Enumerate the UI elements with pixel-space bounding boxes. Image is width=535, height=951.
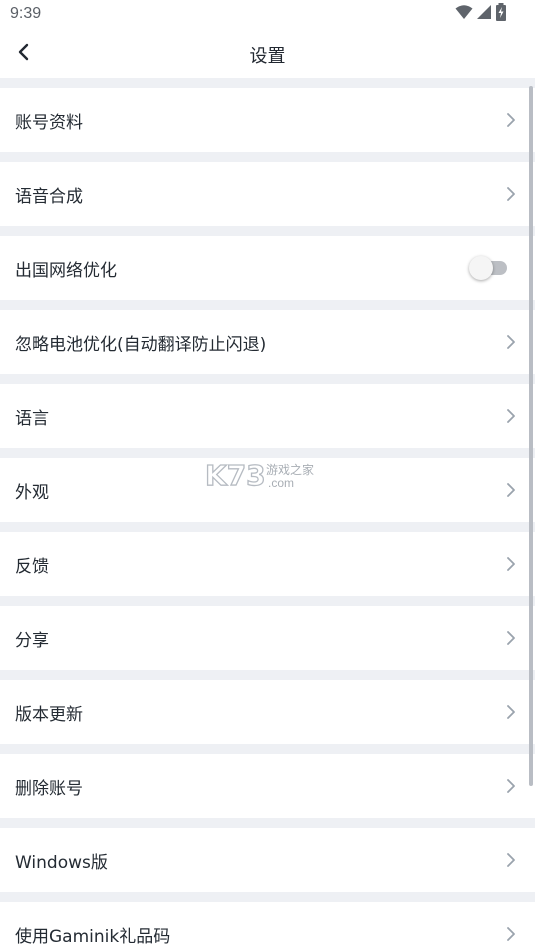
settings-row-label: 出国网络优化 [15, 261, 117, 281]
settings-row-label: 分享 [15, 631, 49, 651]
k73-logo-icon: K73 [204, 458, 266, 492]
settings-row-account-profile[interactable]: 账号资料 [0, 88, 535, 152]
cellular-signal-icon [476, 4, 492, 24]
settings-row-label: 外观 [15, 483, 49, 503]
settings-row-label: 语音合成 [15, 187, 83, 207]
settings-row-label: Windows版 [15, 853, 108, 873]
watermark-logo: K73 游戏之家 .com [204, 458, 334, 494]
settings-screen: 9:39 设置 账号资料 语音合成 出国网络优化 忽略电池优化(自动翻译防止闪退… [0, 0, 535, 951]
chevron-right-icon [503, 186, 519, 202]
battery-charging-icon [495, 3, 507, 25]
chevron-right-icon [503, 334, 519, 350]
settings-row-feedback[interactable]: 反馈 [0, 532, 535, 596]
settings-row-battery-optimization[interactable]: 忽略电池优化(自动翻译防止闪退) [0, 310, 535, 374]
chevron-right-icon [503, 704, 519, 720]
toggle-thumb [469, 256, 493, 280]
settings-row-share[interactable]: 分享 [0, 606, 535, 670]
chevron-right-icon [503, 482, 519, 498]
chevron-right-icon [503, 852, 519, 868]
settings-row-label: 反馈 [15, 557, 49, 577]
settings-row-language[interactable]: 语言 [0, 384, 535, 448]
status-time: 9:39 [10, 5, 42, 22]
settings-row-version-update[interactable]: 版本更新 [0, 680, 535, 744]
svg-text:K73: K73 [205, 459, 266, 492]
chevron-right-icon [503, 556, 519, 572]
chevron-right-icon [503, 408, 519, 424]
settings-row-label: 版本更新 [15, 705, 83, 725]
app-bar: 设置 [0, 30, 535, 78]
settings-row-overseas-network: 出国网络优化 [0, 236, 535, 300]
settings-row-label: 删除账号 [15, 779, 83, 799]
status-icons [455, 3, 507, 25]
wifi-icon [455, 4, 473, 24]
settings-row-delete-account[interactable]: 删除账号 [0, 754, 535, 818]
settings-row-speech-synthesis[interactable]: 语音合成 [0, 162, 535, 226]
settings-list: 账号资料 语音合成 出国网络优化 忽略电池优化(自动翻译防止闪退) 语言 外观 … [0, 88, 535, 951]
settings-row-label: 语言 [15, 409, 49, 429]
settings-row-label: 账号资料 [15, 113, 83, 133]
settings-row-gift-code[interactable]: 使用Gaminik礼品码 [0, 902, 535, 951]
status-bar: 9:39 [0, 0, 535, 30]
settings-row-label: 忽略电池优化(自动翻译防止闪退) [15, 335, 267, 355]
settings-row-label: 使用Gaminik礼品码 [15, 927, 171, 947]
settings-row-windows-version[interactable]: Windows版 [0, 828, 535, 892]
page-title: 设置 [249, 46, 286, 67]
chevron-right-icon [503, 112, 519, 128]
chevron-right-icon [503, 630, 519, 646]
watermark-domain: .com [268, 476, 295, 490]
scrollbar[interactable] [529, 86, 533, 786]
overseas-network-toggle[interactable] [469, 256, 509, 280]
chevron-right-icon [503, 778, 519, 794]
chevron-right-icon [503, 926, 519, 942]
